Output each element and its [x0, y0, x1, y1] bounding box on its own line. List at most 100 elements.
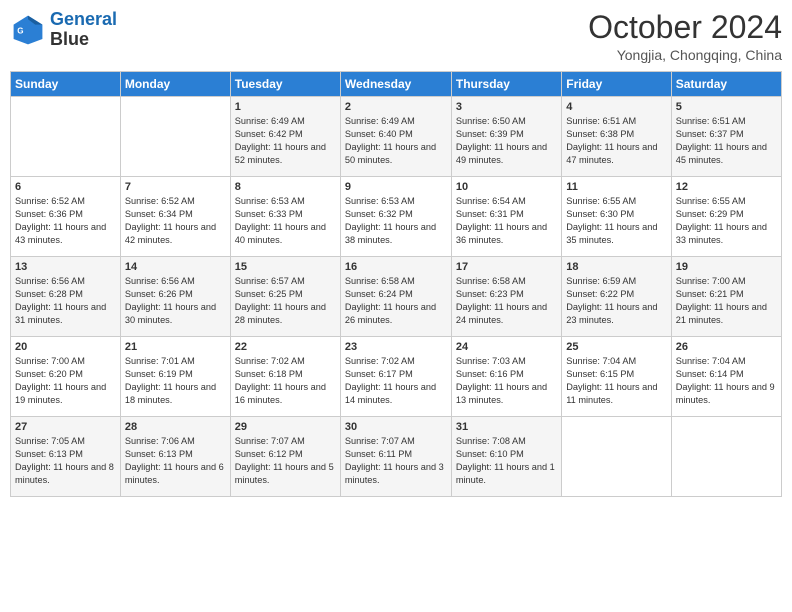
header-cell-monday: Monday: [120, 72, 230, 97]
day-info: Sunrise: 6:59 AM Sunset: 6:22 PM Dayligh…: [566, 275, 666, 327]
day-cell: 9Sunrise: 6:53 AM Sunset: 6:32 PM Daylig…: [340, 177, 451, 257]
day-cell: 10 Sunrise: 6:54 AM Sunset: 6:31 PM Dayli…: [451, 177, 561, 257]
day-info: Sunrise: 6:58 AM Sunset: 6:23 PM Dayligh…: [456, 275, 557, 327]
day-info: Sunrise: 6:54 AM Sunset: 6:31 PM Dayligh…: [456, 195, 557, 247]
day-cell: 18Sunrise: 6:59 AM Sunset: 6:22 PM Dayli…: [562, 257, 671, 337]
day-number: 23: [345, 341, 447, 353]
day-number: 6: [15, 181, 116, 193]
day-info: Sunrise: 6:56 AM Sunset: 6:28 PM Dayligh…: [15, 275, 116, 327]
title-block: October 2024 Yongjia, Chongqing, China: [588, 10, 782, 63]
day-cell: 26 Sunrise: 7:04 AM Sunset: 6:14 PM Dayli…: [671, 337, 781, 417]
svg-text:G: G: [17, 26, 23, 35]
header-cell-thursday: Thursday: [451, 72, 561, 97]
week-row-4: 20Sunrise: 7:00 AM Sunset: 6:20 PM Dayli…: [11, 337, 782, 417]
page-header: G General Blue October 2024 Yongjia, Cho…: [10, 10, 782, 63]
day-info: Sunrise: 7:00 AM Sunset: 6:21 PM Dayligh…: [676, 275, 777, 327]
week-row-5: 27Sunrise: 7:05 AM Sunset: 6:13 PM Dayli…: [11, 417, 782, 497]
day-number: 4: [566, 101, 666, 113]
day-cell: 6 Sunrise: 6:52 AM Sunset: 6:36 PM Daylig…: [11, 177, 121, 257]
day-number: 26: [676, 341, 777, 353]
day-number: 1: [235, 101, 336, 113]
day-number: 8: [235, 181, 336, 193]
day-info: Sunrise: 7:00 AM Sunset: 6:20 PM Dayligh…: [15, 355, 116, 407]
day-info: Sunrise: 7:04 AM Sunset: 6:14 PM Dayligh…: [676, 355, 777, 407]
day-number: 16: [345, 261, 447, 273]
logo-text: General Blue: [50, 10, 117, 50]
day-cell: 11Sunrise: 6:55 AM Sunset: 6:30 PM Dayli…: [562, 177, 671, 257]
day-number: 28: [125, 421, 226, 433]
logo: G General Blue: [10, 10, 117, 50]
calendar-body: 1Sunrise: 6:49 AM Sunset: 6:42 PM Daylig…: [11, 97, 782, 497]
day-number: 5: [676, 101, 777, 113]
header-cell-wednesday: Wednesday: [340, 72, 451, 97]
day-cell: 14Sunrise: 6:56 AM Sunset: 6:26 PM Dayli…: [120, 257, 230, 337]
day-cell: 25 Sunrise: 7:04 AM Sunset: 6:15 PM Dayli…: [562, 337, 671, 417]
header-row: SundayMondayTuesdayWednesdayThursdayFrid…: [11, 72, 782, 97]
day-info: Sunrise: 7:06 AM Sunset: 6:13 PM Dayligh…: [125, 435, 226, 487]
day-info: Sunrise: 6:56 AM Sunset: 6:26 PM Dayligh…: [125, 275, 226, 327]
day-info: Sunrise: 7:04 AM Sunset: 6:15 PM Dayligh…: [566, 355, 666, 407]
day-cell: 20Sunrise: 7:00 AM Sunset: 6:20 PM Dayli…: [11, 337, 121, 417]
header-cell-friday: Friday: [562, 72, 671, 97]
day-info: Sunrise: 6:53 AM Sunset: 6:32 PM Dayligh…: [345, 195, 447, 247]
day-cell: 8 Sunrise: 6:53 AM Sunset: 6:33 PM Daylig…: [230, 177, 340, 257]
day-info: Sunrise: 6:50 AM Sunset: 6:39 PM Dayligh…: [456, 115, 557, 167]
day-number: 12: [676, 181, 777, 193]
day-info: Sunrise: 6:58 AM Sunset: 6:24 PM Dayligh…: [345, 275, 447, 327]
day-number: 2: [345, 101, 447, 113]
day-info: Sunrise: 6:55 AM Sunset: 6:30 PM Dayligh…: [566, 195, 666, 247]
day-cell: [120, 97, 230, 177]
day-cell: 2 Sunrise: 6:49 AM Sunset: 6:40 PM Daylig…: [340, 97, 451, 177]
day-number: 15: [235, 261, 336, 273]
day-number: 24: [456, 341, 557, 353]
day-cell: 13 Sunrise: 6:56 AM Sunset: 6:28 PM Dayli…: [11, 257, 121, 337]
day-number: 29: [235, 421, 336, 433]
day-info: Sunrise: 6:52 AM Sunset: 6:36 PM Dayligh…: [15, 195, 116, 247]
header-cell-sunday: Sunday: [11, 72, 121, 97]
day-cell: 7 Sunrise: 6:52 AM Sunset: 6:34 PM Daylig…: [120, 177, 230, 257]
location-subtitle: Yongjia, Chongqing, China: [588, 47, 782, 63]
day-cell: 19 Sunrise: 7:00 AM Sunset: 6:21 PM Dayli…: [671, 257, 781, 337]
day-cell: 21 Sunrise: 7:01 AM Sunset: 6:19 PM Dayli…: [120, 337, 230, 417]
day-number: 31: [456, 421, 557, 433]
day-info: Sunrise: 6:52 AM Sunset: 6:34 PM Dayligh…: [125, 195, 226, 247]
day-number: 30: [345, 421, 447, 433]
day-cell: 31Sunrise: 7:08 AM Sunset: 6:10 PM Dayli…: [451, 417, 561, 497]
day-info: Sunrise: 6:53 AM Sunset: 6:33 PM Dayligh…: [235, 195, 336, 247]
day-info: Sunrise: 6:55 AM Sunset: 6:29 PM Dayligh…: [676, 195, 777, 247]
day-cell: 17 Sunrise: 6:58 AM Sunset: 6:23 PM Dayli…: [451, 257, 561, 337]
day-number: 25: [566, 341, 666, 353]
day-number: 13: [15, 261, 116, 273]
day-cell: 23 Sunrise: 7:02 AM Sunset: 6:17 PM Dayli…: [340, 337, 451, 417]
week-row-1: 1Sunrise: 6:49 AM Sunset: 6:42 PM Daylig…: [11, 97, 782, 177]
day-cell: [671, 417, 781, 497]
day-cell: 3Sunrise: 6:50 AM Sunset: 6:39 PM Daylig…: [451, 97, 561, 177]
day-number: 22: [235, 341, 336, 353]
calendar-table: SundayMondayTuesdayWednesdayThursdayFrid…: [10, 71, 782, 497]
day-number: 10: [456, 181, 557, 193]
day-number: 17: [456, 261, 557, 273]
day-cell: 4Sunrise: 6:51 AM Sunset: 6:38 PM Daylig…: [562, 97, 671, 177]
day-cell: 12 Sunrise: 6:55 AM Sunset: 6:29 PM Dayli…: [671, 177, 781, 257]
day-info: Sunrise: 7:01 AM Sunset: 6:19 PM Dayligh…: [125, 355, 226, 407]
day-info: Sunrise: 7:03 AM Sunset: 6:16 PM Dayligh…: [456, 355, 557, 407]
day-cell: 30 Sunrise: 7:07 AM Sunset: 6:11 PM Dayli…: [340, 417, 451, 497]
day-cell: [11, 97, 121, 177]
day-number: 27: [15, 421, 116, 433]
day-info: Sunrise: 6:49 AM Sunset: 6:40 PM Dayligh…: [345, 115, 447, 167]
day-info: Sunrise: 6:51 AM Sunset: 6:37 PM Dayligh…: [676, 115, 777, 167]
day-cell: 22Sunrise: 7:02 AM Sunset: 6:18 PM Dayli…: [230, 337, 340, 417]
day-cell: 28 Sunrise: 7:06 AM Sunset: 6:13 PM Dayli…: [120, 417, 230, 497]
day-number: 21: [125, 341, 226, 353]
week-row-2: 6 Sunrise: 6:52 AM Sunset: 6:36 PM Daylig…: [11, 177, 782, 257]
day-cell: 24 Sunrise: 7:03 AM Sunset: 6:16 PM Dayli…: [451, 337, 561, 417]
day-cell: 29Sunrise: 7:07 AM Sunset: 6:12 PM Dayli…: [230, 417, 340, 497]
week-row-3: 13 Sunrise: 6:56 AM Sunset: 6:28 PM Dayli…: [11, 257, 782, 337]
day-number: 7: [125, 181, 226, 193]
day-cell: 15Sunrise: 6:57 AM Sunset: 6:25 PM Dayli…: [230, 257, 340, 337]
calendar-header: SundayMondayTuesdayWednesdayThursdayFrid…: [11, 72, 782, 97]
day-cell: 1Sunrise: 6:49 AM Sunset: 6:42 PM Daylig…: [230, 97, 340, 177]
day-info: Sunrise: 7:02 AM Sunset: 6:17 PM Dayligh…: [345, 355, 447, 407]
day-info: Sunrise: 7:07 AM Sunset: 6:11 PM Dayligh…: [345, 435, 447, 487]
day-number: 19: [676, 261, 777, 273]
